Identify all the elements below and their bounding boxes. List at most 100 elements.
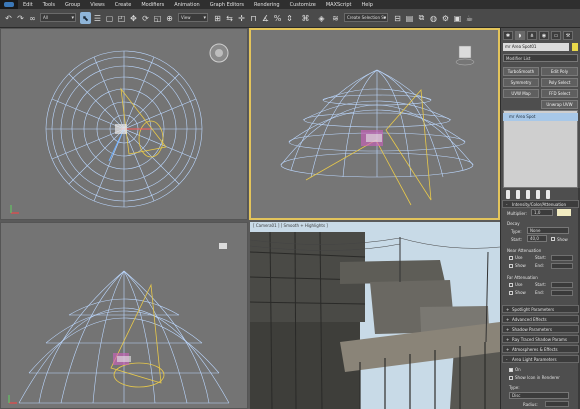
radius-field[interactable] — [545, 401, 569, 407]
make-unique-icon[interactable] — [526, 190, 530, 199]
decay-type-dropdown[interactable]: None — [527, 227, 569, 234]
menu-edit[interactable]: Edit — [18, 2, 38, 8]
app-logo-icon[interactable] — [0, 0, 18, 9]
display-tab-icon[interactable]: ▭ — [551, 31, 561, 40]
far-end-field[interactable] — [551, 290, 573, 296]
named-selections-icon[interactable]: ⌘ — [300, 12, 311, 24]
near-show-checkbox[interactable] — [509, 264, 513, 268]
turbosmooth-button[interactable]: TurboSmooth — [503, 67, 539, 76]
align-icon[interactable]: ⇆ — [224, 12, 235, 24]
render-setup-icon[interactable]: ⚙ — [440, 12, 451, 24]
spinner-snap-icon[interactable]: ⇕ — [284, 12, 295, 24]
create-tab-icon[interactable]: ✱ — [503, 31, 513, 40]
percent-snap-icon[interactable]: % — [272, 12, 283, 24]
rollout-advanced-effects[interactable]: + Advanced Effects — [502, 315, 579, 323]
viewport-top[interactable] — [0, 28, 248, 220]
object-color-swatch[interactable] — [572, 43, 578, 51]
mirror-icon[interactable]: ⊞ — [212, 12, 223, 24]
redo-icon[interactable]: ↷ — [15, 12, 26, 24]
menu-views[interactable]: Views — [85, 2, 109, 8]
object-name-field[interactable]: mr Area Spot01 — [503, 43, 569, 51]
far-show-checkbox[interactable] — [509, 291, 513, 295]
ffd-select-button[interactable]: FFD Select — [541, 89, 578, 98]
menu-modifiers[interactable]: Modifiers — [136, 2, 169, 8]
selection-set-dropdown[interactable]: Create Selection Se — [344, 13, 388, 22]
rollout-raytraced-shadow[interactable]: + Ray Traced Shadow Params — [502, 335, 579, 343]
schematic-view-icon[interactable]: ⊟ — [392, 12, 403, 24]
pivot-icon[interactable]: ⊕ — [164, 12, 175, 24]
viewport-front[interactable] — [249, 28, 500, 220]
material-editor-icon[interactable]: ◍ — [428, 12, 439, 24]
camera-render-view — [250, 222, 500, 409]
menu-maxscript[interactable]: MAXScript — [321, 2, 357, 8]
selection-filter-dropdown[interactable]: All — [40, 13, 76, 22]
hierarchy-tab-icon[interactable]: ⋔ — [527, 31, 537, 40]
rollout-atmospheres[interactable]: + Atmospheres & Effects — [502, 345, 579, 353]
menu-animation[interactable]: Animation — [169, 2, 205, 8]
uvw-map-button[interactable]: UVW Map — [503, 89, 539, 98]
decay-start-field[interactable]: 40,0 — [527, 235, 547, 242]
pin-stack-icon[interactable] — [506, 190, 510, 199]
remove-modifier-icon[interactable] — [536, 190, 540, 199]
rotate-icon[interactable]: ⟳ — [140, 12, 151, 24]
layer-manager-icon[interactable]: ◈ — [316, 12, 327, 24]
near-end-field[interactable] — [551, 263, 573, 269]
move-gizmo-icon[interactable]: ✛ — [236, 12, 247, 24]
modify-tab-icon[interactable]: ◗ — [515, 31, 525, 40]
decay-show-checkbox[interactable] — [551, 237, 555, 241]
unwrap-uvw-button[interactable]: Unwrap UVW — [541, 100, 578, 109]
light-color-swatch[interactable] — [557, 209, 571, 216]
far-start-field[interactable] — [551, 282, 573, 288]
select-by-name-icon[interactable]: ☰ — [92, 12, 103, 24]
near-use-checkbox[interactable] — [509, 256, 513, 260]
camera-viewport-label[interactable]: [ Camera01 ] [ Smooth + Highlights ] — [253, 223, 328, 228]
menu-create[interactable]: Create — [110, 2, 137, 8]
symmetry-button[interactable]: Symmetry — [503, 78, 539, 87]
motion-tab-icon[interactable]: ◉ — [539, 31, 549, 40]
stack-item-mr-area-spot[interactable]: mr Area Spot — [503, 113, 578, 121]
rollout-spotlight[interactable]: + Spotlight Parameters — [502, 305, 579, 313]
scale-icon[interactable]: ◱ — [152, 12, 163, 24]
quick-render-icon[interactable]: ☕ — [464, 12, 475, 24]
undo-icon[interactable]: ↶ — [3, 12, 14, 24]
modifier-list-dropdown[interactable]: Modifier List — [503, 54, 578, 62]
render-frame-icon[interactable]: ▣ — [452, 12, 463, 24]
track-view-icon[interactable]: ⧉ — [416, 12, 427, 24]
reference-coord-dropdown[interactable]: View — [178, 13, 208, 22]
rollout-area-light[interactable]: - Area Light Parameters — [502, 355, 579, 363]
modifier-stack[interactable] — [503, 110, 578, 188]
curve-editor-icon[interactable]: ≋ — [330, 12, 341, 24]
show-icon-checkbox[interactable] — [509, 376, 513, 380]
configure-sets-icon[interactable] — [546, 190, 550, 199]
link-icon[interactable]: ∞ — [27, 12, 38, 24]
rollout-intensity[interactable]: - Intensity/Color/Attenuation — [502, 200, 579, 208]
menu-help[interactable]: Help — [357, 2, 378, 8]
angle-snap-icon[interactable]: ∡ — [260, 12, 271, 24]
snaps-icon[interactable]: ⊓ — [248, 12, 259, 24]
poly-select-button[interactable]: Poly Select — [541, 78, 578, 87]
rect-region-icon[interactable]: ▢ — [104, 12, 115, 24]
rollout-area-light-label: Area Light Parameters — [512, 357, 557, 362]
menu-rendering[interactable]: Rendering — [249, 2, 285, 8]
area-type-dropdown[interactable]: Disc — [509, 392, 569, 399]
menu-tools[interactable]: Tools — [38, 2, 60, 8]
show-end-result-icon[interactable] — [516, 190, 520, 199]
near-start-field[interactable] — [551, 255, 573, 261]
menu-customize[interactable]: Customize — [285, 2, 321, 8]
move-icon[interactable]: ✥ — [128, 12, 139, 24]
edit-poly-button[interactable]: Edit Poly — [541, 67, 578, 76]
window-crossing-icon[interactable]: ◰ — [116, 12, 127, 24]
select-icon[interactable]: ⬉ — [80, 12, 91, 24]
utilities-tab-icon[interactable]: ⚒ — [563, 31, 573, 40]
rollout-shadow[interactable]: + Shadow Parameters — [502, 325, 579, 333]
viewport-left[interactable] — [0, 222, 248, 409]
viewport-camera[interactable]: [ Camera01 ] [ Smooth + Highlights ] — [250, 222, 500, 409]
layers-icon[interactable]: ▤ — [404, 12, 415, 24]
area-on-label: On — [515, 367, 521, 372]
menu-group[interactable]: Group — [60, 2, 85, 8]
far-use-checkbox[interactable] — [509, 283, 513, 287]
main-toolbar: ↶ ↷ ∞ All ⬉ ☰ ▢ ◰ ✥ ⟳ ◱ ⊕ View ⊞ ⇆ ✛ ⊓ ∡… — [0, 9, 580, 28]
area-on-checkbox[interactable] — [509, 368, 513, 372]
menu-graph-editors[interactable]: Graph Editors — [205, 2, 249, 8]
multiplier-field[interactable]: 1,0 — [531, 209, 553, 216]
